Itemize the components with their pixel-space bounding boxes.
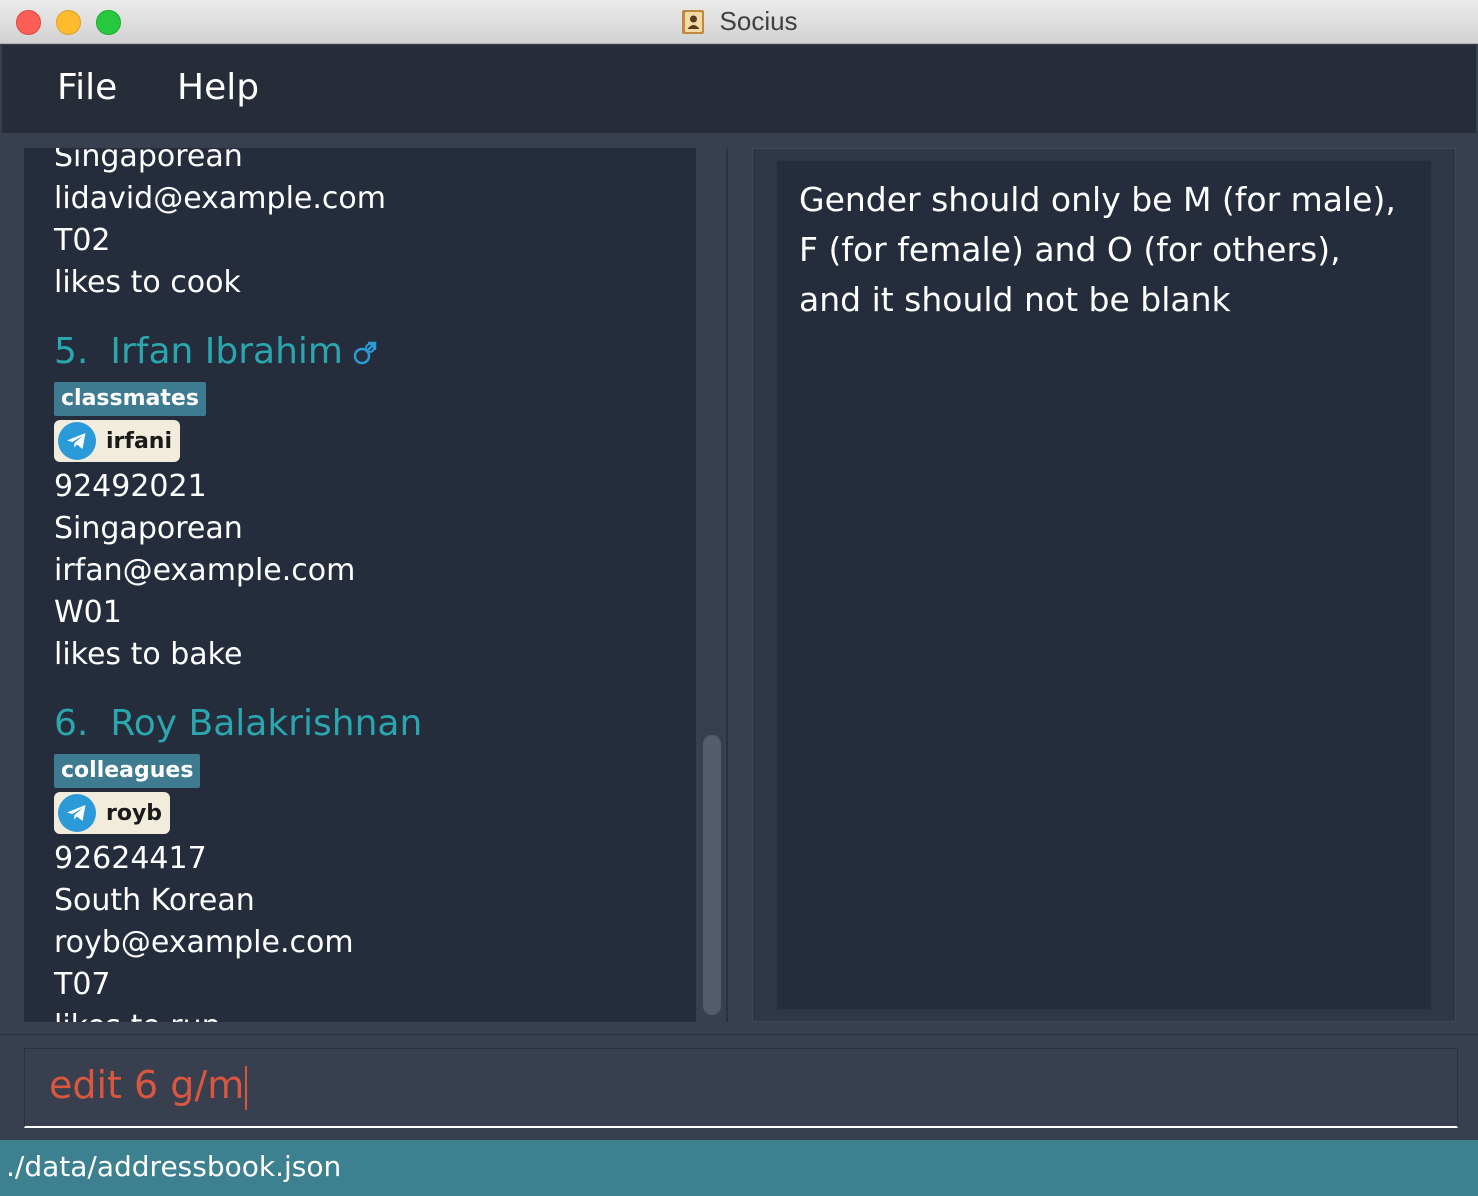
telegram-icon [58,794,96,832]
window-title: Socius [719,6,798,36]
status-bar: ./data/addressbook.json [0,1140,1478,1196]
person-phone: 92492021 [54,469,207,504]
person-tag: classmates [54,382,206,416]
person-email: irfan@example.com [54,553,356,588]
person-nationality: Singaporean [54,511,243,546]
split-divider[interactable] [726,148,728,1022]
person-remark: likes to run [54,1006,694,1022]
title-bar: Socius [0,0,1478,44]
person-tag: colleagues [54,754,201,788]
male-symbol-icon [353,341,377,365]
telegram-badge[interactable]: royb [54,792,171,834]
person-name: Irfan Ibrahim [110,331,343,372]
app-window: Socius File Help Singaporean lidavid@exa… [0,0,1478,1196]
person-email: royb@example.com [54,925,354,960]
telegram-handle: irfani [106,428,173,454]
person-name: Roy Balakrishnan [110,703,423,744]
menu-bar: File Help [2,45,1476,133]
person-header: 6. Roy Balakrishnan [54,696,694,752]
person-remark: likes to bake [54,637,243,672]
menu-file[interactable]: File [57,67,117,108]
person-email: lidavid@example.com [54,181,386,216]
person-nationality: Singaporean [54,148,243,174]
person-list-panel[interactable]: Singaporean lidavid@example.com T02 like… [24,148,696,1022]
person-nationality: South Korean [54,883,255,918]
person-index: 6. [54,703,89,744]
person-tutorial-group: W01 [54,595,122,630]
telegram-badge[interactable]: irfani [54,420,181,462]
telegram-icon [58,422,96,460]
person-header: 5. Irfan Ibrahim [54,324,694,380]
text-caret [245,1065,248,1110]
result-display: Gender should only be M (for male), F (f… [776,160,1432,1010]
command-input[interactable]: edit 6 g/m [49,1063,248,1110]
person-index: 5. [54,331,89,372]
person-tutorial-group: T02 [54,223,111,258]
person-card-partial[interactable]: Singaporean lidavid@example.com T02 like… [54,148,694,304]
person-card[interactable]: 5. Irfan Ibrahim classmates irfani 92492… [54,324,694,676]
person-remark: likes to cook [54,265,241,300]
menu-help[interactable]: Help [177,67,259,108]
person-tutorial-group: T07 [54,967,111,1002]
result-message: Gender should only be M (for male), F (f… [799,180,1396,319]
address-book-icon [682,9,705,34]
command-box[interactable]: edit 6 g/m [24,1048,1458,1128]
person-card[interactable]: 6. Roy Balakrishnan colleagues royb 92624… [54,696,694,1022]
command-text: edit 6 g/m [49,1063,245,1107]
save-file-path: ./data/addressbook.json [6,1150,342,1183]
person-phone: 92624417 [54,841,207,876]
list-scrollbar-thumb[interactable] [703,735,721,1015]
person-list: Singaporean lidavid@example.com T02 like… [54,148,694,1022]
telegram-handle: royb [106,800,163,826]
